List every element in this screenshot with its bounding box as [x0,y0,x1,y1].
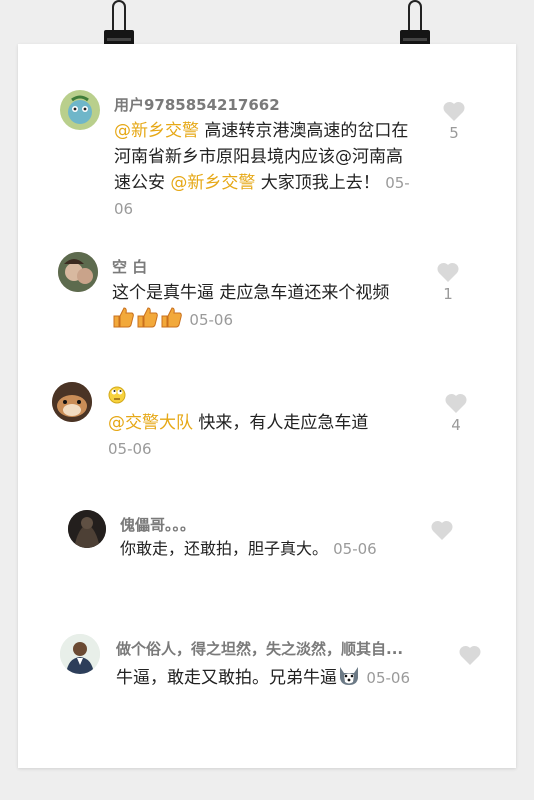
comment-text: @新乡交警 高速转京港澳高速的岔口在河南省新乡市原阳县境内应该@河南高速公安 @… [114,118,414,222]
comment-username[interactable]: 做个俗人，得之坦然，失之淡然，顺其自... [116,638,403,659]
comment-body: 大家顶我上去！ [255,173,380,193]
comment-text: 你敢走，还敢拍，胆子真大。 05-06 [120,536,440,562]
heart-icon [459,645,481,665]
husky-emoji-icon [337,664,361,694]
comment-date: 05-06 [108,440,152,458]
like-count: 1 [443,285,453,303]
comment-username[interactable]: 傀儡哥。。。 [120,514,195,535]
comment-text: 这个是真牛逼 走应急车道还来个视频 05-06 [112,280,432,336]
cartoon-avatar-icon[interactable] [60,90,100,130]
rolling-eyes-emoji-icon [108,386,126,408]
comment-username[interactable]: 空 白 [112,256,147,277]
mention-link[interactable]: @新乡交警 [170,173,255,193]
comment-body: 牛逼，敢走又敢拍。兄弟牛逼 [116,668,337,688]
dark-photo-avatar-icon[interactable] [68,510,106,548]
heart-icon [431,520,453,540]
mention-link[interactable]: @新乡交警 [114,121,199,141]
comment-date: 05-06 [189,311,233,329]
like-button[interactable]: 5 [442,100,466,142]
like-count: 4 [451,416,461,434]
thumbs-up-emoji-icon [112,306,184,336]
comment-date: 05-06 [366,669,410,687]
comment-text: 牛逼，敢走又敢拍。兄弟牛逼 05-06 [116,664,446,694]
comment-body: 这个是真牛逼 走应急车道还来个视频 [112,283,390,303]
like-button[interactable]: 1 [436,261,460,303]
heart-icon [437,262,459,282]
like-button[interactable] [458,644,482,666]
mention-link[interactable]: @交警大队 [108,413,193,433]
person-avatar-icon[interactable] [60,634,100,674]
comment-date: 05-06 [333,540,377,558]
like-count: 5 [449,124,459,142]
hamster-avatar-icon[interactable] [52,382,92,422]
comment-body: 快来，有人走应急车道 [193,413,369,433]
heart-icon [445,393,467,413]
comment-username[interactable]: 用户9785854217662 [114,94,280,115]
heart-icon [443,101,465,121]
photo-avatar-icon[interactable] [58,252,98,292]
comment-username[interactable] [108,386,126,408]
comment-item: 傀儡哥。。。 你敢走，还敢拍，胆子真大。 05-06 [18,494,516,584]
comment-text: @交警大队 快来，有人走应急车道 05-06 [108,410,428,462]
comment-item: 用户9785854217662 @新乡交警 高速转京港澳高速的岔口在河南省新乡市… [18,44,516,224]
comment-list: 用户9785854217662 @新乡交警 高速转京港澳高速的岔口在河南省新乡市… [18,44,516,768]
comment-item: 做个俗人，得之坦然，失之淡然，顺其自... 牛逼，敢走又敢拍。兄弟牛逼 05-0… [18,614,516,714]
like-button[interactable]: 4 [444,392,468,434]
comment-item: 空 白 这个是真牛逼 走应急车道还来个视频 05-06 1 [18,244,516,344]
like-button[interactable] [430,519,454,541]
comment-item: @交警大队 快来，有人走应急车道 05-06 4 [18,374,516,474]
comment-body: 你敢走，还敢拍，胆子真大。 [120,539,329,558]
